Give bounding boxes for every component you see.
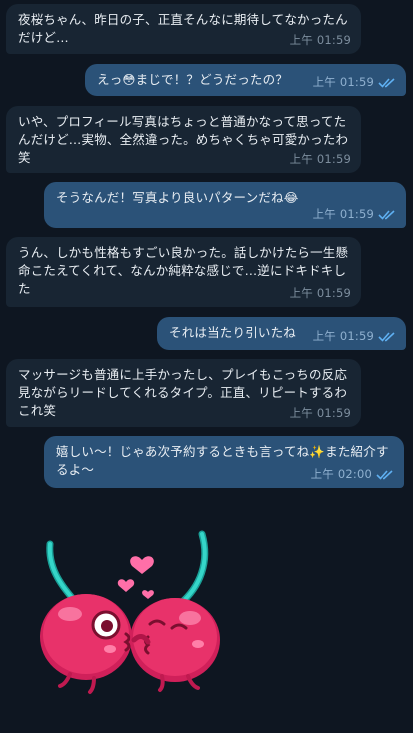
message-time: 上午 02:00 [310,467,372,481]
incoming-message[interactable]: うん、しかも性格もすごい良かった。話しかけたら一生懸命こたえてくれて、なんか純粋… [6,237,361,307]
chat-history: 夜桜ちゃん、昨日の子、正直そんなに期待してなかったんだけど… 上午 01:59 … [0,0,413,733]
outgoing-message[interactable]: えっ😳まじで！？どうだったの？ 上午 01:59 [85,64,406,96]
message-meta: 上午 01:59 [290,150,351,168]
message-time: 上午 01:59 [289,406,351,420]
message-meta: 上午 02:00 [311,465,394,483]
read-ticks-icon [378,331,395,342]
message-meta: 上午 01:59 [290,31,351,49]
message-meta: 上午 01:59 [313,73,396,91]
message-text-content: えっ😳まじで！？どうだったの？ [97,72,289,87]
read-ticks-icon [376,469,393,480]
incoming-message[interactable]: いや、プロフィール写真はちょっと普通かなって思ってたんだけど…実物、全然違った。… [6,106,361,173]
incoming-message[interactable]: マッサージも普通に上手かったし、プレイもこっちの反応見ながらリードしてくれるタイ… [6,359,361,427]
message-time: 上午 01:59 [289,33,351,47]
outgoing-message[interactable]: それは当たり引いたね 上午 01:59 [157,317,406,350]
kissing-cherries-sticker[interactable] [30,522,240,702]
message-time: 上午 01:59 [289,152,351,166]
message-time: 上午 01:59 [312,329,374,343]
message-time: 上午 01:59 [289,286,351,300]
read-ticks-icon [378,209,395,220]
outgoing-message[interactable]: そうなんだ！写真より良いパターンだね😂 上午 01:59 [44,182,406,228]
message-meta: 上午 01:59 [313,205,396,223]
read-ticks-icon [378,77,395,88]
incoming-message[interactable]: 夜桜ちゃん、昨日の子、正直そんなに期待してなかったんだけど… 上午 01:59 [6,4,361,54]
outgoing-message[interactable]: 嬉しい～！じゃあ次予約するときも言ってね✨また紹介するよ～ 上午 02:00 [44,436,404,488]
message-time: 上午 01:59 [312,75,374,89]
message-time: 上午 01:59 [312,207,374,221]
message-meta: 上午 01:59 [313,327,396,345]
message-meta: 上午 01:59 [290,404,351,422]
message-meta: 上午 01:59 [290,284,351,302]
